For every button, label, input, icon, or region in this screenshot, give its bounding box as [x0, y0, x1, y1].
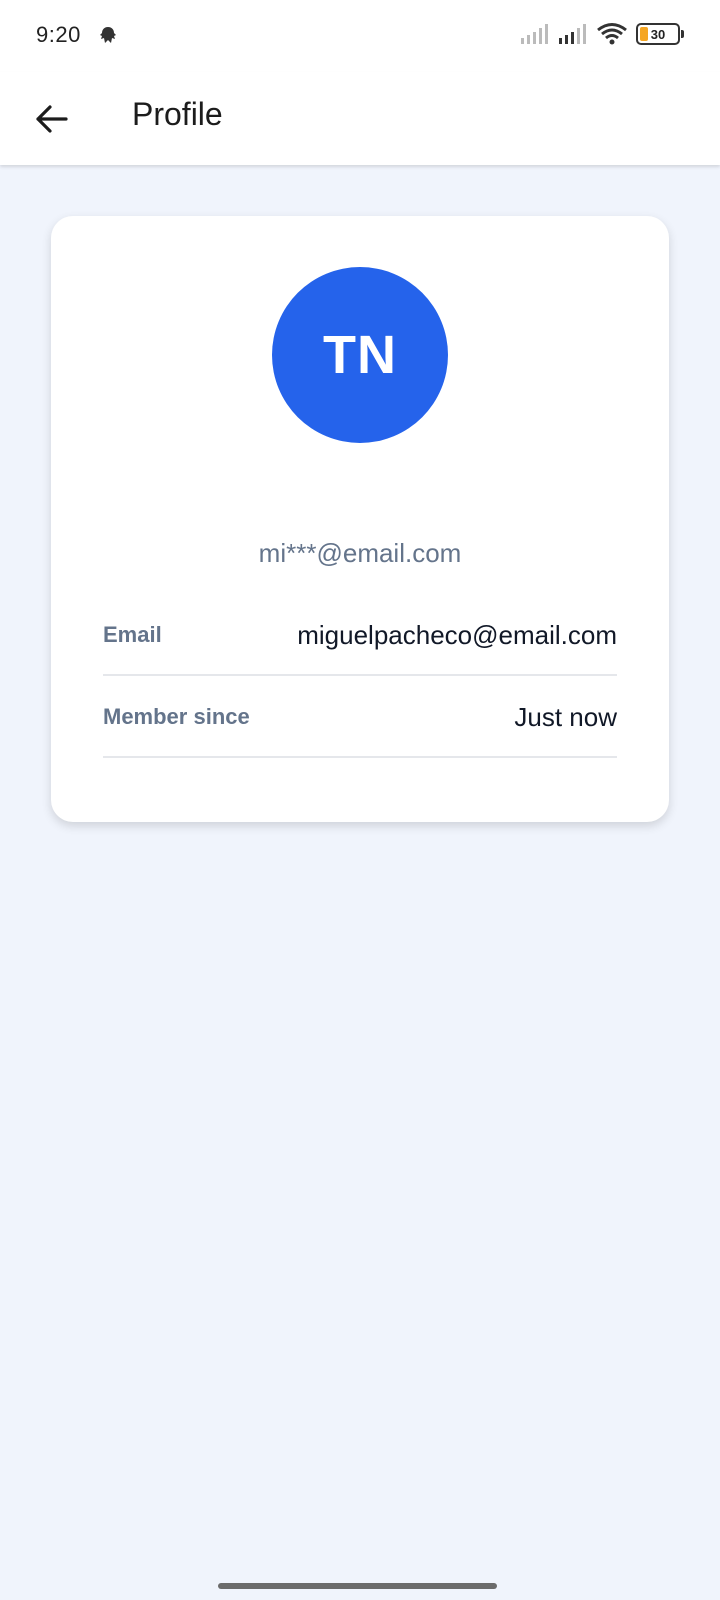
home-indicator[interactable]: [218, 1583, 497, 1589]
page-title: Profile: [132, 96, 223, 132]
member-since-label: Member since: [103, 704, 250, 729]
notification-icon: [100, 27, 116, 43]
masked-email: mi***@email.com: [258, 538, 462, 568]
avatar: TN: [272, 267, 448, 443]
info-row-member-since: Member since Just now: [103, 676, 617, 758]
avatar-initials: TN: [323, 325, 397, 385]
arrow-left-icon: [36, 105, 68, 133]
email-value: miguelpacheco@email.com: [297, 620, 617, 650]
status-bar: 9:20 30: [0, 0, 720, 72]
info-row-email: Email miguelpacheco@email.com: [103, 594, 617, 676]
app-bar: Profile: [0, 72, 720, 165]
member-since-value: Just now: [514, 702, 617, 732]
signal-icon: [521, 24, 548, 44]
status-icons: 30: [520, 22, 684, 46]
wifi-icon: [597, 23, 627, 45]
signal-icon: [559, 24, 586, 44]
profile-card: TN mi***@email.com Email miguelpacheco@e…: [51, 216, 669, 822]
status-time: 9:20: [36, 22, 81, 47]
battery-icon: 30: [636, 23, 684, 45]
back-button[interactable]: [26, 94, 76, 144]
battery-level: 30: [650, 26, 666, 42]
email-label: Email: [103, 622, 162, 647]
